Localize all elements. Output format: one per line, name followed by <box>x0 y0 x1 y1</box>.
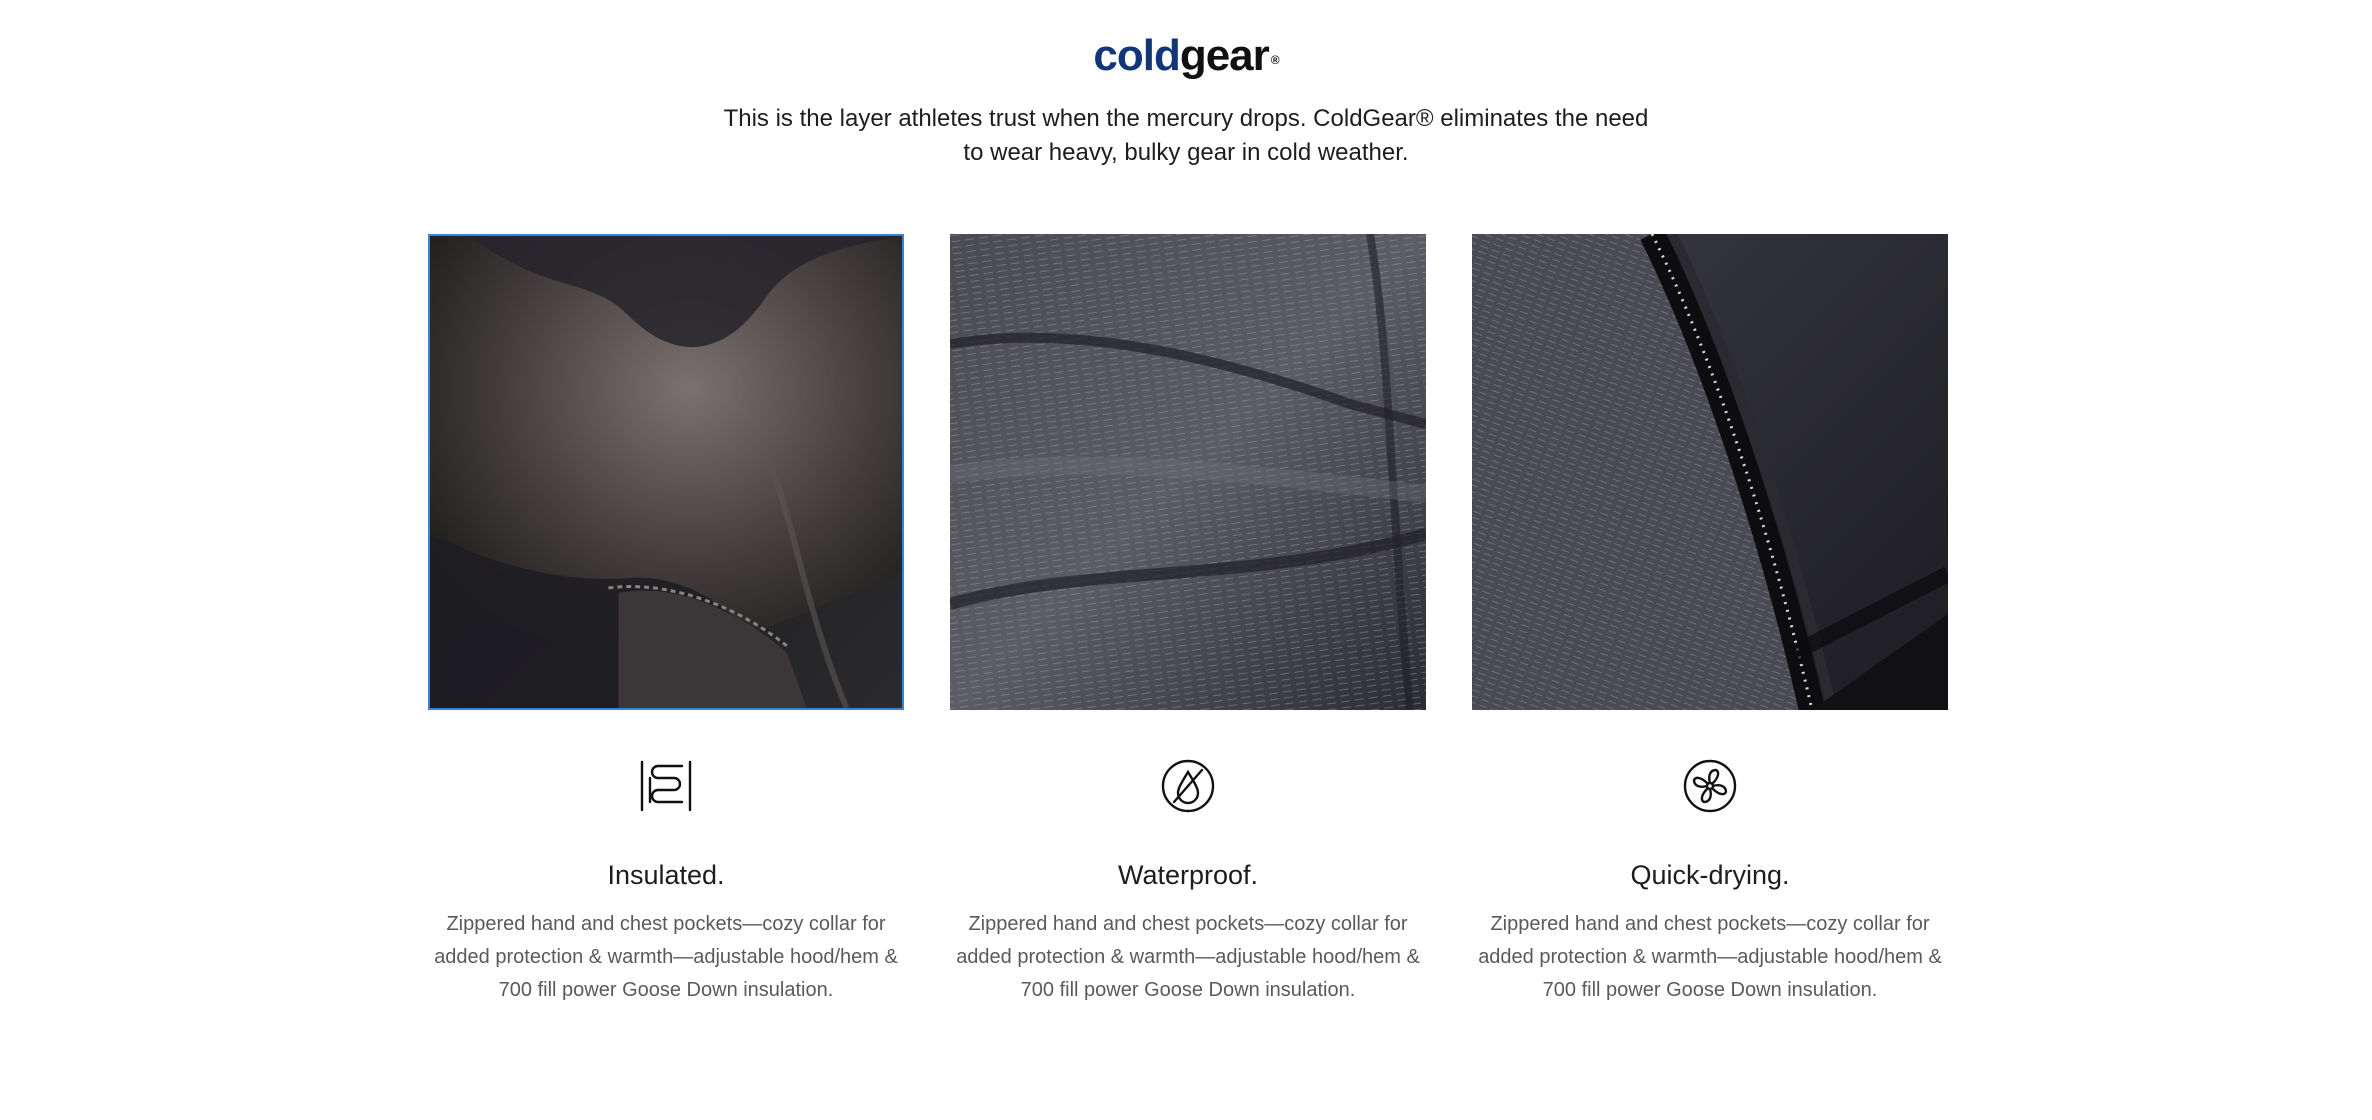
logo-registered-mark: ® <box>1270 53 1280 67</box>
quilted-shell-photo[interactable] <box>950 234 1426 710</box>
feature-description: Zippered hand and chest pockets—cozy col… <box>1478 913 1942 1001</box>
feature-description: Zippered hand and chest pockets—cozy col… <box>956 913 1420 1001</box>
insulation-coil-icon <box>638 758 694 814</box>
feature-title: Insulated. <box>607 860 725 890</box>
feature-card-insulated: Insulated. Zippered hand and chest pocke… <box>428 234 904 1001</box>
feature-description: Zippered hand and chest pockets—cozy col… <box>434 913 898 1001</box>
quick-dry-fan-icon <box>1682 758 1738 814</box>
feature-grid: Insulated. Zippered hand and chest pocke… <box>428 234 1948 1034</box>
logo-gear-text: gear <box>1179 31 1270 80</box>
fleece-lining-photo[interactable] <box>428 234 904 710</box>
feature-title: Quick-drying. <box>1630 860 1790 890</box>
feature-card-waterproof: Waterproof. Zippered hand and chest pock… <box>950 234 1426 1001</box>
zipper-detail-photo[interactable] <box>1472 234 1948 710</box>
intro-tagline: This is the layer athletes trust when th… <box>723 105 1649 166</box>
logo-cold-text: cold <box>1093 31 1180 80</box>
feature-card-quick-drying: Quick-drying. Zippered hand and chest po… <box>1472 234 1948 1001</box>
feature-title: Waterproof. <box>1117 860 1259 890</box>
waterproof-drop-icon <box>1160 758 1216 814</box>
coldgear-logo[interactable]: coldgear ® <box>1068 32 1304 80</box>
